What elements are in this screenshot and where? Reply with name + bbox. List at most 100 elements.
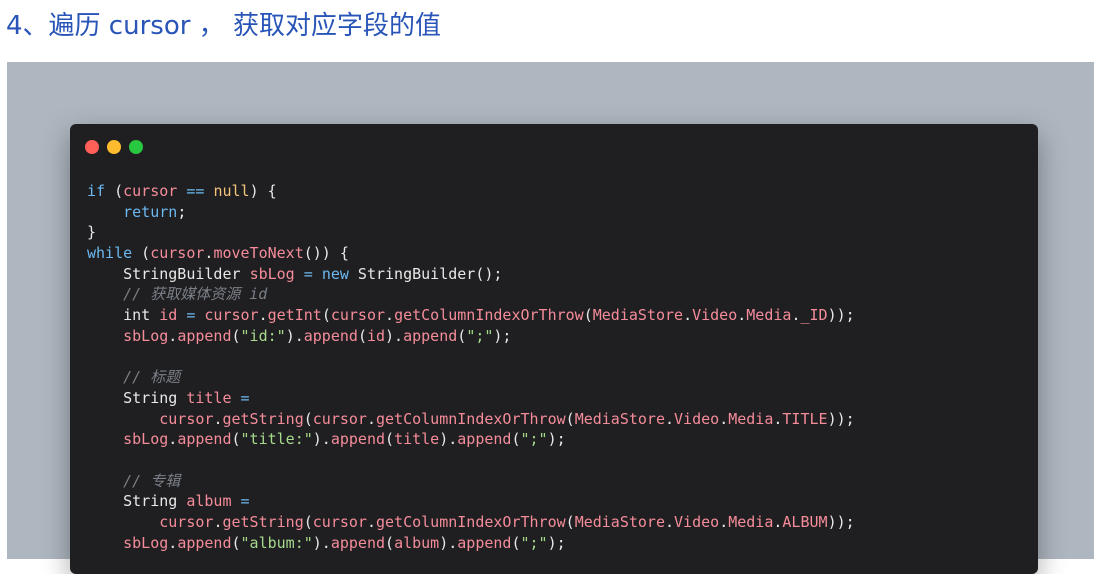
code-token: ( (105, 182, 124, 200)
code-token: TITLE (782, 409, 828, 428)
code-token: Media (728, 409, 774, 428)
code-token: ( (385, 430, 395, 449)
code-token: cursor (312, 409, 367, 428)
code-token: album (394, 533, 440, 552)
code-token: ). (439, 533, 458, 552)
code-line: } (87, 222, 855, 243)
code-token: getColumnIndexOrThrow (394, 306, 584, 325)
code-token: // 获取媒体资源 id (123, 285, 268, 304)
code-token: } (87, 223, 97, 242)
code-token: sbLog (123, 430, 169, 449)
code-token: ( (303, 409, 313, 428)
code-token: ( (457, 326, 467, 345)
code-window: if (cursor == null) { return;} while (cur… (70, 124, 1038, 574)
code-token: ). (385, 326, 404, 345)
code-token: ( (231, 326, 241, 345)
code-token: ( (511, 533, 521, 552)
code-token: "title:" (240, 430, 313, 449)
code-token: getString (222, 513, 304, 531)
code-token: "album:" (240, 533, 313, 552)
code-token: . (366, 513, 376, 531)
code-line: if (cursor == null) { (87, 181, 855, 202)
code-token: album (186, 492, 232, 511)
code-token: ); (493, 326, 512, 345)
code-token: append (177, 533, 232, 552)
zoom-dot-icon (129, 140, 143, 154)
code-token: ); (547, 430, 566, 449)
code-token: = (240, 492, 250, 511)
code-line: return; (87, 202, 855, 223)
code-token: moveToNext (213, 244, 304, 263)
code-line: // 标题 (87, 367, 855, 388)
code-token: append (330, 430, 386, 449)
code-token: if (87, 182, 106, 200)
code-token: title (394, 430, 440, 449)
code-token: )); (827, 513, 855, 531)
code-token: ()) { (303, 244, 349, 263)
code-token: cursor (123, 182, 178, 200)
code-token: ( (357, 326, 367, 345)
code-token: == (186, 182, 205, 200)
code-token: sbLog (123, 326, 169, 345)
code-token: ( (583, 306, 593, 325)
code-line: StringBuilder sbLog = new StringBuilder(… (87, 264, 855, 285)
code-token: String (87, 388, 187, 407)
code-token: // 专辑 (123, 471, 181, 490)
code-line: while (cursor.moveToNext()) { (87, 243, 855, 264)
code-line: String title = (87, 388, 855, 409)
code-token: append (177, 326, 232, 345)
code-token: getColumnIndexOrThrow (376, 409, 566, 428)
code-token: . (665, 409, 675, 428)
code-line: cursor.getString(cursor.getColumnIndexOr… (87, 512, 855, 533)
code-token: MediaStore (574, 513, 665, 531)
code-token: ( (132, 244, 151, 263)
code-token: ). (439, 430, 458, 449)
code-token: id (366, 326, 386, 345)
code-token: . (168, 533, 178, 552)
code-token: append (403, 326, 458, 345)
code-token: StringBuilder (87, 264, 250, 283)
section-heading: 4、遍历 cursor ， 获取对应字段的值 (6, 11, 441, 41)
code-token: ). (312, 533, 331, 552)
code-token: cursor (312, 513, 367, 531)
code-token: . (665, 513, 675, 531)
code-token: StringBuilder(); (348, 264, 503, 283)
close-dot-icon (85, 140, 99, 154)
code-token: . (683, 306, 693, 325)
code-token: while (87, 244, 133, 263)
code-token: new (321, 264, 349, 283)
code-token: . (258, 306, 268, 325)
code-token: ); (547, 533, 566, 552)
code-token: sbLog (123, 533, 169, 552)
code-token: ( (565, 409, 575, 428)
code-token: Video (692, 306, 738, 325)
code-line: // 专辑 (87, 471, 855, 492)
code-token: cursor (150, 244, 205, 263)
code-token: id (159, 306, 178, 325)
code-token: ( (231, 430, 241, 449)
code-token: // 标题 (123, 368, 181, 387)
code-token: cursor (330, 306, 386, 325)
code-token: ";" (520, 533, 548, 552)
code-token: ( (385, 533, 395, 552)
code-line: sbLog.append("album:").append(album).app… (87, 533, 855, 554)
code-token: Video (674, 513, 720, 531)
code-token: . (168, 430, 178, 449)
code-token: ";" (466, 326, 494, 345)
code-token: Media (728, 513, 774, 531)
code-token: MediaStore (574, 409, 665, 428)
code-token: append (457, 533, 512, 552)
code-token: . (385, 306, 395, 325)
